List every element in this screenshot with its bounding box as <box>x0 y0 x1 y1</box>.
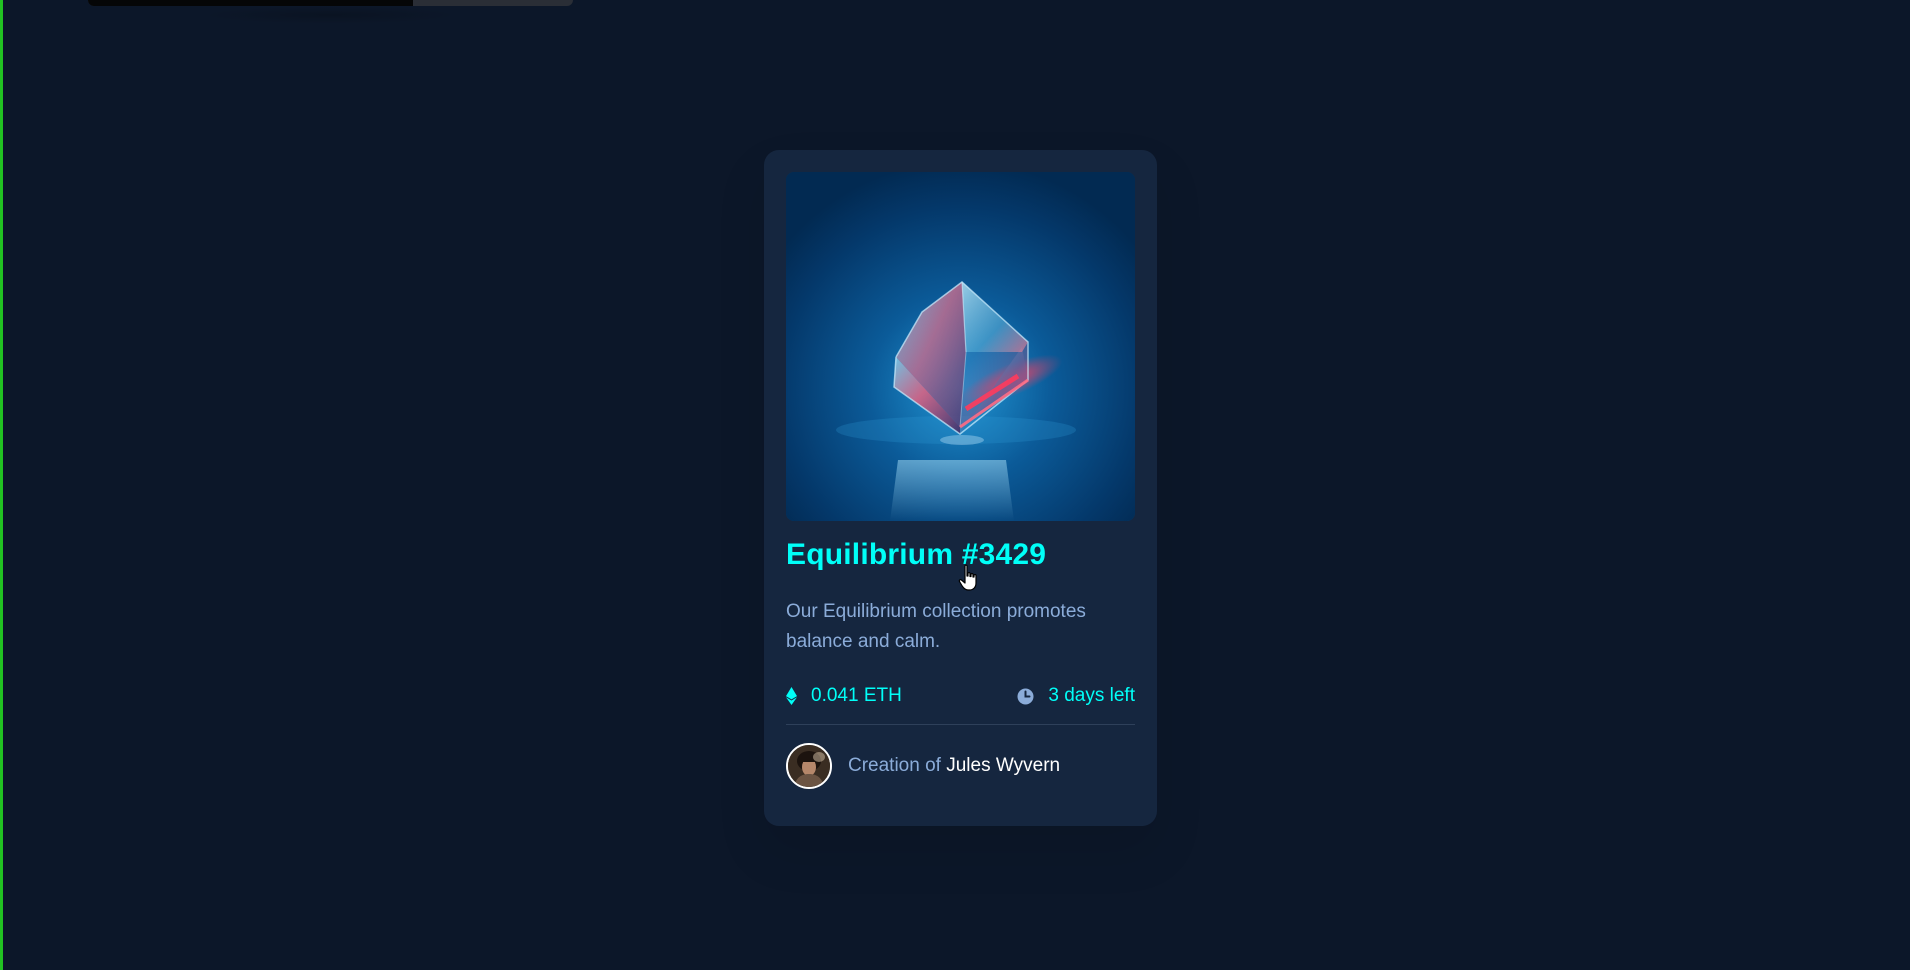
creator-row: Creation of Jules Wyvern <box>786 743 1060 789</box>
nft-card: Equilibrium #3429 Our Equilibrium collec… <box>764 150 1157 826</box>
top-strip-shadow <box>200 6 460 24</box>
price-value: 0.041 ETH <box>811 685 902 706</box>
avatar <box>786 743 832 789</box>
card-divider <box>786 724 1135 725</box>
page-background: Equilibrium #3429 Our Equilibrium collec… <box>0 0 1910 970</box>
creator-prefix: Creation of <box>848 755 941 776</box>
nft-stats: 0.041 ETH 3 days left <box>786 680 1135 712</box>
time-left-stat: 3 days left <box>1017 680 1135 712</box>
window-edge-indicator <box>0 0 3 970</box>
ethereum-icon <box>786 687 797 705</box>
time-left-value: 3 days left <box>1048 685 1135 706</box>
creator-text: Creation of Jules Wyvern <box>848 755 1060 777</box>
creator-name-link[interactable]: Jules Wyvern <box>946 755 1060 776</box>
nft-description: Our Equilibrium collection promotes bala… <box>786 601 1086 652</box>
avatar-portrait <box>788 745 830 787</box>
nft-image[interactable] <box>786 172 1135 521</box>
glass-cube-illustration <box>786 172 1135 521</box>
clock-icon <box>1017 688 1034 704</box>
nft-title[interactable]: Equilibrium #3429 <box>786 538 1046 572</box>
price-stat: 0.041 ETH <box>786 680 902 712</box>
